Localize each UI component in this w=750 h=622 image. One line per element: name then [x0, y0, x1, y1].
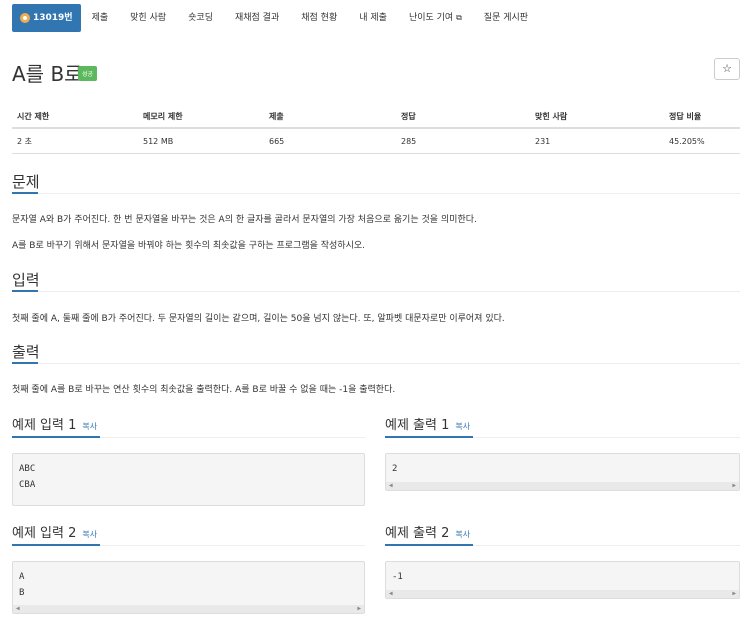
sample-output-1-heading: 예제 출력 1 복사	[385, 414, 470, 433]
copy-button[interactable]: 복사	[82, 530, 97, 539]
heading-underline	[12, 290, 38, 292]
input-description: 첫째 줄에 A, 둘째 줄에 B가 주어진다. 두 문자열의 길이는 같으며, …	[12, 314, 505, 324]
tab-my-submissions[interactable]: 내 제출	[348, 4, 398, 32]
value-submissions: 665	[264, 128, 396, 154]
divider	[12, 291, 740, 292]
external-link-icon: ⧉	[456, 13, 462, 22]
output-description: 첫째 줄에 A를 B로 바꾸는 연산 횟수의 최솟값을 출력한다. A를 B로 …	[12, 385, 396, 395]
tab-status[interactable]: 채점 현황	[290, 4, 348, 32]
table-header-row: 시간 제한 메모리 제한 제출 정답 맞힌 사람 정답 비율	[12, 105, 740, 129]
code-line: A	[19, 572, 25, 582]
tab-problem-label: 13019번	[33, 13, 73, 23]
header-accepted: 정답	[396, 105, 530, 129]
sample-input-1-title: 예제 입력 1	[12, 418, 77, 433]
star-icon: ☆	[722, 62, 732, 75]
horizontal-scrollbar[interactable]: ◀ ▶	[386, 482, 739, 490]
sample-output-2-heading: 예제 출력 2 복사	[385, 522, 470, 541]
horizontal-scrollbar[interactable]: ◀ ▶	[13, 605, 364, 613]
problem-heading: 문제	[12, 173, 40, 191]
sample-input-2-heading: 예제 입력 2 복사	[12, 522, 97, 541]
star-button[interactable]: ☆	[714, 58, 740, 80]
sample-input-2-title: 예제 입력 2	[12, 526, 77, 541]
tab-board[interactable]: 질문 게시판	[473, 4, 539, 32]
sample-input-1-heading: 예제 입력 1 복사	[12, 414, 97, 433]
value-solved-users: 231	[530, 128, 664, 154]
value-memory-limit: 512 MB	[138, 128, 264, 154]
heading-underline	[385, 544, 473, 546]
code-line: 2	[392, 464, 398, 474]
problem-nav: 13019번 제출 맞힌 사람 숏코딩 재채점 결과 채점 현황 내 제출 난이…	[0, 0, 750, 38]
header-memory-limit: 메모리 제한	[138, 105, 264, 129]
scroll-right-icon[interactable]: ▶	[357, 605, 361, 613]
sample-output-2-title: 예제 출력 2	[385, 526, 450, 541]
tab-difficulty[interactable]: 난이도 기여 ⧉	[398, 4, 473, 32]
code-line: -1	[392, 572, 403, 582]
header-solved-users: 맞힌 사람	[530, 105, 664, 129]
header-time-limit: 시간 제한	[12, 105, 138, 129]
problem-info-table: 시간 제한 메모리 제한 제출 정답 맞힌 사람 정답 비율 2 초 512 M…	[12, 105, 740, 154]
problem-description-1: 문자열 A와 B가 주어진다. 한 번 문자열을 바꾸는 것은 A의 한 글자를…	[12, 215, 477, 225]
heading-underline	[12, 436, 100, 438]
heading-underline	[12, 362, 38, 364]
divider	[12, 363, 740, 364]
horizontal-scrollbar[interactable]: ◀ ▶	[386, 590, 739, 598]
sample-output-2-box: -1 ◀ ▶	[385, 561, 740, 599]
scroll-left-icon[interactable]: ◀	[16, 605, 20, 613]
sample-input-1-box: ABC CBA	[12, 453, 365, 506]
copy-button[interactable]: 복사	[82, 422, 97, 431]
copy-button[interactable]: 복사	[455, 530, 470, 539]
table-row: 2 초 512 MB 665 285 231 45.205%	[12, 128, 740, 154]
tab-problem[interactable]: 13019번	[12, 4, 81, 32]
tab-rejudge[interactable]: 재채점 결과	[224, 4, 290, 32]
scroll-right-icon[interactable]: ▶	[732, 590, 736, 598]
code-line: CBA	[19, 480, 36, 490]
heading-underline	[12, 544, 100, 546]
header-ratio: 정답 비율	[664, 105, 740, 129]
value-accepted: 285	[396, 128, 530, 154]
problem-title: A를 B로	[12, 62, 83, 86]
tab-submit[interactable]: 제출	[81, 4, 120, 32]
heading-underline	[12, 192, 38, 194]
scroll-right-icon[interactable]: ▶	[732, 482, 736, 490]
header-submissions: 제출	[264, 105, 396, 129]
code-line: B	[19, 588, 25, 598]
divider	[12, 193, 740, 194]
status-badge: 성공	[78, 66, 98, 81]
copy-button[interactable]: 복사	[455, 422, 470, 431]
value-ratio: 45.205%	[664, 128, 740, 154]
input-heading: 입력	[12, 271, 40, 289]
tab-short-coding[interactable]: 숏코딩	[177, 4, 224, 32]
value-time-limit: 2 초	[12, 128, 138, 154]
output-heading: 출력	[12, 343, 40, 361]
sample-input-2-box: A B ◀ ▶	[12, 561, 365, 614]
tab-difficulty-label: 난이도 기여	[408, 13, 454, 23]
medal-icon	[20, 13, 30, 23]
problem-description-2: A를 B로 바꾸기 위해서 문자열을 바꿔야 하는 횟수의 최솟값을 구하는 프…	[12, 241, 366, 251]
sample-output-1-title: 예제 출력 1	[385, 418, 450, 433]
title-row: A를 B로 성공 ☆	[12, 58, 740, 86]
code-line: ABC	[19, 464, 36, 474]
scroll-left-icon[interactable]: ◀	[389, 482, 393, 490]
tab-solved-users[interactable]: 맞힌 사람	[119, 4, 177, 32]
heading-underline	[385, 436, 473, 438]
sample-output-1-box: 2 ◀ ▶	[385, 453, 740, 491]
scroll-left-icon[interactable]: ◀	[389, 590, 393, 598]
